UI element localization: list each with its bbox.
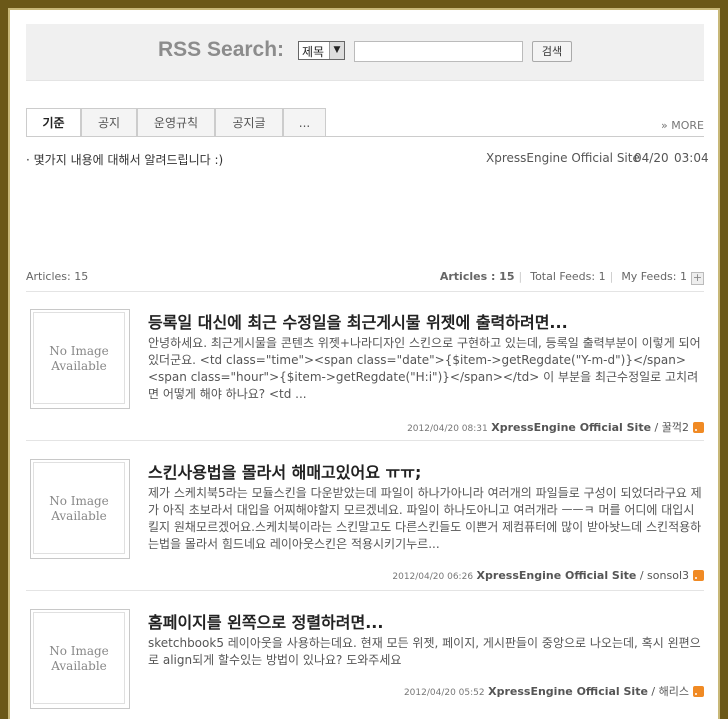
entry-meta: 2012/04/20 08:31 XpressEngine Official S… xyxy=(407,419,704,435)
notice-row[interactable]: · 몇가지 내용에 대해서 알려드립니다 :) XpressEngine Off… xyxy=(26,151,709,168)
rss-icon[interactable] xyxy=(693,570,704,581)
more-link[interactable]: » MORE xyxy=(661,119,704,132)
notice-source: XpressEngine Official Site xyxy=(486,151,640,165)
notice-time: 03:04 xyxy=(674,151,709,165)
chevron-down-icon: ▼ xyxy=(329,42,344,59)
search-field-select-value: 제목 xyxy=(302,45,325,59)
feed-entry: No Image Available 홈페이지를 왼쪽으로 정렬하려면... sk… xyxy=(26,609,704,719)
thumb-text-1: No Image xyxy=(49,344,109,358)
articles-total: Articles : 15 xyxy=(439,270,515,283)
divider xyxy=(26,590,704,591)
tab-0[interactable]: 기준 xyxy=(26,108,81,137)
tab-1[interactable]: 공지 xyxy=(81,108,137,136)
thumb-text-1: No Image xyxy=(49,494,109,508)
entry-source[interactable]: XpressEngine Official Site xyxy=(488,685,648,698)
feed-stats: Articles : 15 | Total Feeds: 1 | My Feeds: 1… xyxy=(439,270,704,285)
total-feeds: Total Feeds: 1 xyxy=(530,270,606,283)
thumb-text-2: Available xyxy=(51,659,107,673)
entry-summary: sketchbook5 레이아웃을 사용하는데요. 현재 모든 위젯, 페이지,… xyxy=(148,636,701,667)
tab-3[interactable]: 공지글 xyxy=(215,108,283,136)
rss-icon[interactable] xyxy=(693,686,704,697)
entry-date: 2012/04/20 05:52 xyxy=(403,688,485,698)
entry-title[interactable]: 등록일 대신에 최근 수정일을 최근게시물 위젯에 출력하려면... xyxy=(148,309,704,333)
entry-author[interactable]: 해리스 xyxy=(659,685,689,698)
divider xyxy=(26,440,704,441)
entry-meta: 2012/04/20 05:52 XpressEngine Official S… xyxy=(404,683,704,699)
entry-source[interactable]: XpressEngine Official Site xyxy=(477,569,637,582)
thumb-text-2: Available xyxy=(51,509,107,523)
thumb-text-2: Available xyxy=(51,359,107,373)
articles-count: Articles: 15 xyxy=(26,270,89,283)
entry-title[interactable]: 스킨사용법을 몰라서 해매고있어요 ㅠㅠ; xyxy=(148,459,704,483)
no-image-thumbnail[interactable]: No Image Available xyxy=(30,459,130,559)
rss-search-bar: RSS Search: 제목 ▼ 검색 xyxy=(26,24,704,81)
notice-date: 04/20 xyxy=(634,151,669,165)
entry-summary: 제가 스케치북5라는 모듈스킨을 다운받았는데 파일이 하나가아니라 여러개의 … xyxy=(148,486,702,551)
tab-more-ellipsis[interactable]: ... xyxy=(283,108,326,136)
entry-title[interactable]: 홈페이지를 왼쪽으로 정렬하려면... xyxy=(148,609,704,633)
entry-date: 2012/04/20 06:26 xyxy=(392,572,474,582)
entry-date: 2012/04/20 08:31 xyxy=(407,424,488,434)
entry-author[interactable]: sonsol3 xyxy=(647,569,689,582)
search-title: RSS Search: xyxy=(158,38,285,61)
my-feeds: My Feeds: 1 xyxy=(621,270,687,283)
entry-author[interactable]: 꿀꺽2 xyxy=(662,421,689,434)
entry-meta: 2012/04/20 06:26 XpressEngine Official S… xyxy=(392,569,704,582)
rss-icon[interactable] xyxy=(693,422,704,433)
feed-entry: No Image Available 스킨사용법을 몰라서 해매고있어요 ㅠㅠ; … xyxy=(26,459,704,589)
search-button[interactable]: 검색 xyxy=(532,41,572,62)
tab-2[interactable]: 운영규칙 xyxy=(137,108,215,136)
entry-summary: 안녕하세요. 최근게시물을 콘텐츠 위젯+나라디자인 스킨으로 구현하고 있는데… xyxy=(148,336,701,401)
tab-divider xyxy=(26,136,704,137)
no-image-thumbnail[interactable]: No Image Available xyxy=(30,609,130,709)
divider xyxy=(26,291,704,292)
notice-text[interactable]: · 몇가지 내용에 대해서 알려드립니다 :) xyxy=(26,153,223,167)
add-feed-icon[interactable]: + xyxy=(691,272,704,285)
feed-entry: No Image Available 등록일 대신에 최근 수정일을 최근게시물 … xyxy=(26,309,704,439)
stats-bar: Articles: 15 Articles : 15 | Total Feeds: … xyxy=(26,270,704,292)
thumb-text-1: No Image xyxy=(49,644,109,658)
search-input[interactable] xyxy=(354,41,523,62)
entry-source[interactable]: XpressEngine Official Site xyxy=(491,421,651,434)
search-field-select[interactable]: 제목 ▼ xyxy=(298,41,345,60)
no-image-thumbnail[interactable]: No Image Available xyxy=(30,309,130,409)
